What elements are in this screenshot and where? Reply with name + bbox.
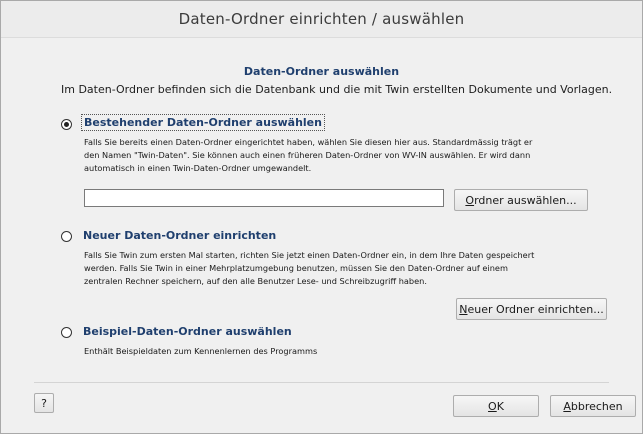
- dialog-title: Daten-Ordner einrichten / auswählen: [1, 1, 642, 38]
- desc-line: zentralen Rechner speichern, auf den all…: [84, 276, 427, 286]
- desc-line: den Namen "Twin-Daten". Sie können auch …: [84, 150, 531, 160]
- cancel-mnemonic: A: [563, 399, 571, 413]
- radio-existing-folder[interactable]: [61, 119, 72, 130]
- desc-line: Falls Sie Twin zum ersten Mal starten, r…: [84, 250, 535, 260]
- footer-divider: [34, 382, 609, 383]
- radio-new-folder[interactable]: [61, 231, 72, 242]
- cancel-label: bbrechen: [570, 399, 623, 413]
- option-existing-folder-label[interactable]: Bestehender Daten-Ordner auswählen: [81, 114, 325, 131]
- section-title: Daten-Ordner auswählen: [243, 65, 400, 78]
- setup-dialog: Daten-Ordner einrichten / auswählen Date…: [0, 0, 643, 434]
- select-folder-button[interactable]: Ordner auswählen...: [454, 189, 588, 211]
- desc-line: Falls Sie bereits einen Daten-Ordner ein…: [84, 137, 533, 147]
- ok-mnemonic: O: [488, 399, 497, 413]
- option-sample-folder-desc: Enthält Beispieldaten zum Kennenlernen d…: [84, 345, 317, 358]
- ok-button[interactable]: OK: [453, 395, 539, 417]
- new-folder-label: euer Ordner einrichten...: [467, 302, 604, 316]
- new-folder-button[interactable]: Neuer Ordner einrichten...: [456, 298, 607, 320]
- option-new-folder-label[interactable]: Neuer Daten-Ordner einrichten: [83, 229, 276, 242]
- desc-line: automatisch in einen Twin-Daten-Ordner u…: [84, 163, 312, 173]
- radio-sample-folder[interactable]: [61, 327, 72, 338]
- help-button[interactable]: ?: [34, 393, 54, 413]
- folder-path-input[interactable]: [84, 189, 444, 207]
- option-sample-folder-label[interactable]: Beispiel-Daten-Ordner auswählen: [83, 325, 292, 338]
- section-intro: Im Daten-Ordner befinden sich die Datenb…: [61, 83, 613, 96]
- desc-line: werden. Falls Sie Twin in einer Mehrplat…: [84, 263, 508, 273]
- cancel-button[interactable]: Abbrechen: [550, 395, 636, 417]
- desc-line: Enthält Beispieldaten zum Kennenlernen d…: [84, 346, 318, 356]
- option-new-folder-desc: Falls Sie Twin zum ersten Mal starten, r…: [84, 249, 534, 288]
- select-folder-label: rdner auswählen...: [474, 193, 577, 207]
- new-folder-mnemonic: N: [459, 302, 468, 316]
- help-icon: ?: [41, 396, 47, 410]
- select-folder-mnemonic: O: [465, 193, 475, 207]
- option-existing-folder-desc: Falls Sie bereits einen Daten-Ordner ein…: [84, 136, 532, 175]
- ok-label: K: [496, 399, 504, 413]
